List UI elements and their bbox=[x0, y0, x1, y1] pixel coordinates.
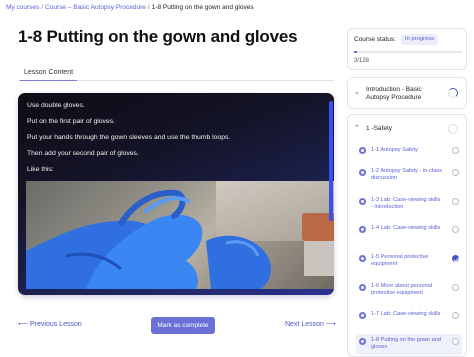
gloves-photo bbox=[26, 181, 334, 289]
lesson-item-label: 1-7 Lab: Case-viewing skills bbox=[371, 311, 441, 317]
lesson-item[interactable]: 1-3 Lab: Case-viewing skills - introduct… bbox=[356, 195, 462, 215]
check-icon bbox=[452, 198, 459, 205]
course-status-label: Course status: bbox=[354, 36, 396, 43]
previous-lesson-label: Previous Lesson bbox=[30, 321, 82, 328]
section-introduction[interactable]: ⌄ Introduction - Basic Autopsy Procedure bbox=[347, 77, 467, 109]
page-title: 1-8 Putting on the gown and gloves bbox=[18, 27, 298, 46]
lesson-item[interactable]: 1-4 Lab: Case-viewing skills bbox=[356, 223, 462, 243]
course-progress-count: 3/128 bbox=[354, 58, 370, 64]
arrow-left-icon: ⟵ bbox=[18, 321, 29, 328]
lesson-line: Put on the first pair of gloves. bbox=[27, 118, 116, 125]
lesson-scrollbar[interactable] bbox=[329, 101, 333, 221]
lesson-item-label: 1-4 Lab: Case-viewing skills bbox=[371, 225, 441, 231]
lesson-item-label: 1-2 Autopsy Safety - in-class discussion bbox=[371, 168, 442, 182]
breadcrumb-separator: / bbox=[147, 4, 150, 11]
check-icon bbox=[452, 226, 459, 233]
lesson-dot-icon bbox=[359, 169, 366, 176]
chevron-up-icon[interactable]: ⌃ bbox=[354, 124, 360, 132]
lesson-item[interactable]: 1-1 Autopsy Safety bbox=[356, 144, 462, 158]
section-safety: ⌃ 1 -Safety 1-1 Autopsy Safety 1-2 Autop… bbox=[347, 114, 467, 357]
lesson-dot-icon bbox=[359, 255, 366, 262]
breadcrumb: My courses / Course – Basic Autopsy Proced… bbox=[6, 4, 254, 11]
lesson-dot-icon bbox=[359, 338, 366, 345]
course-progress-bar bbox=[354, 51, 462, 53]
lesson-item[interactable]: 1-5 Personal protective equipment bbox=[356, 252, 462, 272]
mark-complete-button[interactable]: Mark as complete bbox=[151, 317, 215, 334]
lesson-item-label: 1-3 Lab: Case-viewing skills - introduct… bbox=[371, 197, 441, 211]
check-icon bbox=[452, 284, 459, 291]
check-icon bbox=[452, 147, 459, 154]
lesson-item-label: 1-1 Autopsy Safety bbox=[371, 147, 418, 153]
tab-bar: Lesson Content bbox=[18, 66, 334, 81]
lesson-item-label: 1-8 Putting on the gown and gloves bbox=[371, 337, 441, 351]
lesson-dot-icon bbox=[359, 284, 366, 291]
lesson-dot-icon bbox=[359, 226, 366, 233]
breadcrumb-my-courses[interactable]: My courses bbox=[6, 4, 39, 11]
breadcrumb-separator: / bbox=[41, 4, 44, 11]
lesson-line: Use double gloves. bbox=[27, 102, 85, 109]
lesson-item[interactable]: 1-2 Autopsy Safety - in-class discussion bbox=[356, 166, 462, 186]
course-status-card: Course status: In progress 3/128 bbox=[347, 28, 467, 70]
section-title: Introduction - Basic Autopsy Procedure bbox=[366, 86, 422, 101]
lesson-content-panel: Use double gloves. Put on the first pair… bbox=[18, 93, 334, 295]
lesson-item-current[interactable]: 1-8 Putting on the gown and gloves bbox=[356, 334, 462, 355]
previous-lesson-button[interactable]: ⟵ Previous Lesson bbox=[18, 320, 82, 328]
lesson-item[interactable]: 1-7 Lab: Case-viewing skills bbox=[356, 309, 462, 329]
next-lesson-button[interactable]: Next Lesson ⟶ bbox=[285, 320, 336, 328]
lesson-item-label: 1-6 More about personal protective equip… bbox=[371, 283, 432, 297]
next-lesson-label: Next Lesson bbox=[285, 321, 324, 328]
tab-lesson-content[interactable]: Lesson Content bbox=[20, 66, 78, 81]
section-progress-ring bbox=[448, 88, 458, 98]
breadcrumb-current: 1-8 Putting on the gown and gloves bbox=[151, 4, 254, 11]
lesson-item-label: 1-5 Personal protective equipment bbox=[371, 254, 429, 268]
section-title[interactable]: 1 -Safety bbox=[366, 125, 392, 133]
lesson-line: Like this: bbox=[27, 166, 54, 173]
lesson-dot-icon bbox=[359, 147, 366, 154]
lesson-line: Then add your second pair of gloves. bbox=[27, 150, 139, 157]
check-icon bbox=[452, 169, 459, 176]
status-badge: In progress bbox=[401, 34, 438, 45]
lesson-dot-icon bbox=[359, 198, 366, 205]
lesson-dot-icon bbox=[359, 312, 366, 319]
check-icon bbox=[452, 338, 459, 345]
chevron-down-icon: ⌄ bbox=[354, 89, 360, 96]
lesson-line: Put your hands through the gown sleeves … bbox=[27, 134, 231, 141]
check-icon bbox=[452, 312, 459, 319]
course-progress-fill bbox=[354, 51, 357, 53]
gloved-hands-drawing bbox=[26, 189, 272, 289]
breadcrumb-course[interactable]: Course – Basic Autopsy Procedure bbox=[45, 4, 146, 11]
section-progress-ring bbox=[448, 124, 458, 134]
lesson-item[interactable]: 1-6 More about personal protective equip… bbox=[356, 281, 462, 301]
arrow-right-icon: ⟶ bbox=[325, 321, 336, 328]
check-icon bbox=[452, 255, 459, 262]
